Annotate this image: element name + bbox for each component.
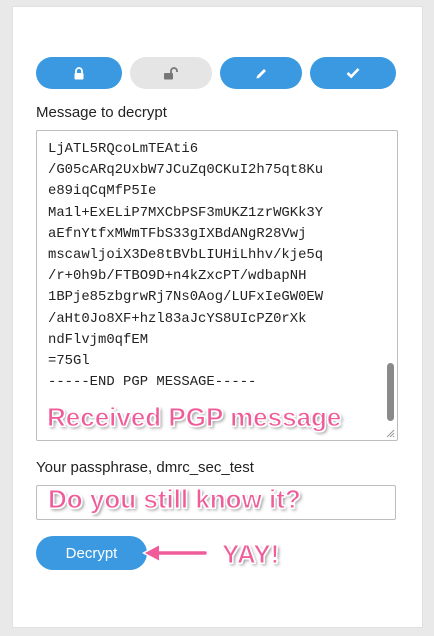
unlock-icon [164,66,178,79]
verify-button[interactable] [310,57,396,89]
message-text[interactable]: LjATL5RQcoLmTEAti6 /G05cARq2UxbW7JCuZq0C… [48,139,386,393]
unlock-button[interactable] [130,57,212,89]
edit-button[interactable] [220,57,302,89]
decrypt-button[interactable]: Decrypt [36,536,147,570]
message-label: Message to decrypt [36,104,167,121]
annotation-yay: YAY! [221,539,280,570]
passphrase-label: Your passphrase, dmrc_sec_test [36,459,254,476]
annotation-received: Received PGP message [46,402,342,433]
scrollbar-thumb[interactable] [387,363,394,421]
checkmark-icon [346,68,360,79]
lock-button[interactable] [36,57,122,89]
annotation-still-know: Do you still know it? [48,484,302,515]
lock-icon [74,66,84,79]
pencil-icon [256,68,266,78]
toolbar [36,57,396,89]
arrow-icon [142,543,210,563]
message-textarea[interactable]: LjATL5RQcoLmTEAti6 /G05cARq2UxbW7JCuZq0C… [36,130,398,441]
resize-grip-icon[interactable] [385,428,395,438]
